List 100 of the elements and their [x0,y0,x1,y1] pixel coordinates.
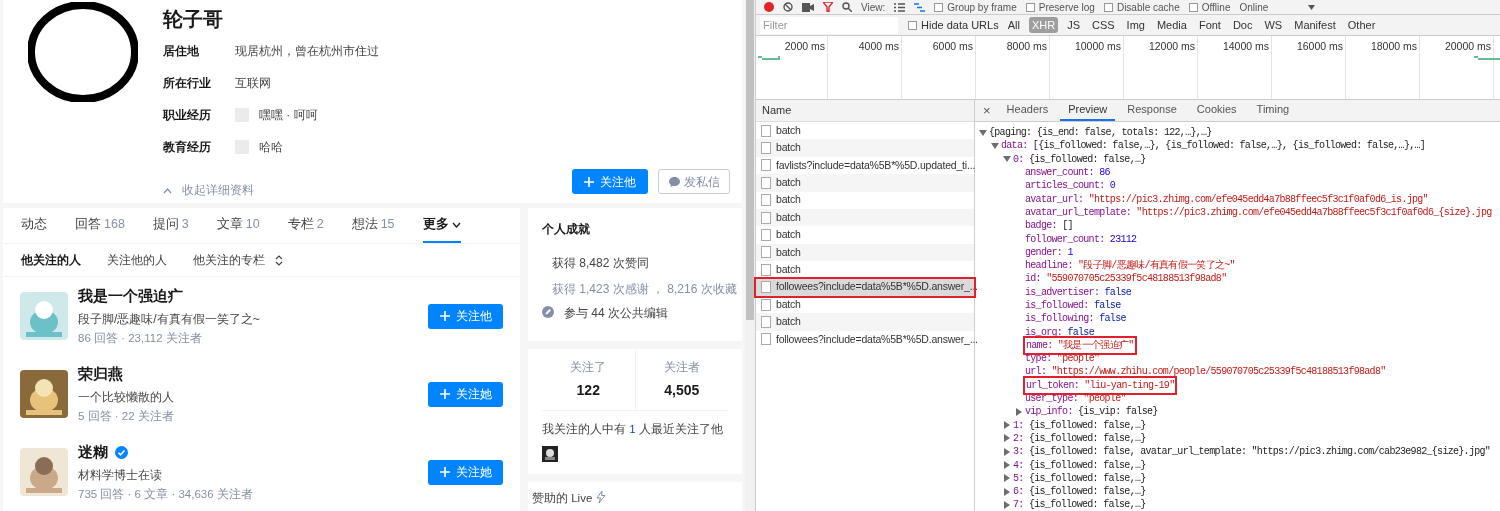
json-line: follower_count: 23112 [1025,232,1137,247]
collapsed-triangle-icon[interactable] [1003,434,1011,443]
waterfall-view-icon[interactable] [914,2,926,12]
type-filter[interactable]: Media [1153,16,1190,34]
json-line: avatar_url_template: "https://pic3.zhimg.com/efe045edd4a7b88ffeec5f3c1f0af0d6_{size}.jpg [1025,205,1492,220]
profile-tab[interactable]: 文章 10 [216,208,260,244]
scrollbar[interactable] [745,0,755,511]
follow-button[interactable]: 关注他 [428,303,503,329]
json-line: 4: {is_followed: false,…} [1013,458,1146,473]
type-filter[interactable]: All [1004,16,1023,34]
subtab[interactable]: 关注他的人 [107,251,167,270]
profile-tab[interactable]: 更多 [422,208,461,244]
type-filter[interactable]: Font [1195,16,1224,34]
hide-data-urls-checkbox[interactable]: Hide data URLs [908,16,999,34]
json-line: vip_info: {is_vip: false} [1025,405,1158,420]
collapsed-triangle-icon[interactable] [1003,487,1011,496]
count-link[interactable]: 1 [629,423,636,435]
achievement-text: 参与 44 次公共编辑 [564,305,668,322]
detail-tab[interactable]: Response [1119,100,1185,121]
expanded-triangle-icon[interactable] [1003,155,1011,164]
type-filter[interactable]: CSS [1088,16,1118,34]
collapsed-triangle-icon[interactable] [1003,447,1011,456]
card-title: 赞助的 Live [532,491,593,506]
person-headline: 材料学博士在读 [78,466,163,484]
toolbar-checkbox[interactable]: Offline [1188,0,1231,15]
filter-field[interactable]: Filter [760,16,898,34]
info-value: 嘿嘿 · 呵呵 [235,108,318,122]
json-line: headline: "段子脚/恶趣味/有真有假一笑了之~" [1025,258,1235,273]
type-filter[interactable]: Img [1123,16,1148,34]
json-line: user_type: "people" [1025,392,1126,406]
request-row[interactable]: batch [756,139,974,157]
type-filter[interactable]: Doc [1229,16,1256,34]
toolbar-checkbox[interactable]: Group by frame [934,0,1017,15]
profile-name: 轮子哥 [163,7,224,32]
timeline-tick: 10000 ms [1074,40,1121,52]
detail-tab[interactable]: Headers [998,100,1057,121]
collapsed-triangle-icon[interactable] [1015,407,1023,416]
person-name[interactable]: 迷糊 [78,441,110,464]
search-icon[interactable] [842,2,852,12]
list-view-icon[interactable] [894,2,906,12]
file-icon [761,333,771,346]
timeline-tick: 4000 ms [858,40,899,52]
detail-tab[interactable]: Preview [1060,100,1116,121]
collapsed-triangle-icon[interactable] [1003,474,1011,483]
file-icon [761,159,771,172]
subtab[interactable]: 他关注的专栏 [193,251,283,270]
view-label: View: [861,0,886,15]
json-line: {paging: {is_end: false, totals: 122,…},…} [989,126,1212,140]
collapsed-triangle-icon[interactable] [1003,461,1011,470]
filter-icon[interactable] [823,2,833,12]
follow-button[interactable]: 关注她 [428,459,503,485]
json-line: url_token: "liu-yan-ting-19" [1025,377,1176,393]
info-value: 现居杭州，曾在杭州市住过 [235,44,379,58]
json-line: gender: 1 [1025,245,1073,260]
request-row[interactable]: batch [756,313,974,331]
profile-tab[interactable]: 动态 [21,208,47,244]
profile-tab[interactable]: 专栏 2 [287,208,324,244]
type-filter[interactable]: Manifest [1291,16,1339,34]
collapsed-triangle-icon[interactable] [1003,500,1011,509]
info-label: 教育经历 [163,139,212,156]
toolbar-checkbox[interactable]: Preserve log [1025,0,1095,15]
file-icon [761,211,771,224]
json-line: is_following: false [1025,312,1126,327]
json-line: url: "https://www.zhihu.com/people/559070705c25339f5c48188513f98ad8" [1025,365,1386,380]
card-title: 个人成就 [542,221,591,238]
follow-stat[interactable]: 关注了 122 [542,349,635,410]
request-row[interactable]: batch [756,174,974,192]
timeline-tick: 16000 ms [1296,40,1343,52]
edit-icon [542,306,554,318]
json-line: articles_count: 0 [1025,179,1116,194]
expanded-triangle-icon[interactable] [979,128,987,137]
collapsed-triangle-icon[interactable] [1003,421,1011,430]
record-icon[interactable] [764,2,774,12]
profile-tab[interactable]: 回答 168 [75,208,125,244]
subtab[interactable]: 他关注的人 [21,251,81,270]
profile-tab[interactable]: 提问 3 [152,208,189,244]
follow-button[interactable]: 关注她 [428,381,503,407]
follow-stat[interactable]: 关注者 4,505 [634,349,728,410]
profile-tab[interactable]: 想法 15 [351,208,395,244]
clear-icon[interactable] [783,2,793,12]
timeline-tick: 14000 ms [1222,40,1269,52]
detail-tab[interactable]: Timing [1248,100,1298,121]
type-filter[interactable]: WS [1261,16,1286,34]
request-bar-drawing [758,55,780,61]
plus-icon [584,176,594,187]
name-column-header[interactable]: Name [756,100,974,122]
file-icon [761,142,771,155]
detail-tab[interactable]: Cookies [1188,100,1245,121]
file-icon [761,124,771,137]
type-filter[interactable]: JS [1064,16,1083,34]
camera-icon[interactable] [802,2,814,12]
throttle-dropdown[interactable]: Online [1239,0,1316,15]
person-name[interactable]: 荣归燕 [78,363,123,386]
type-filter[interactable]: Other [1344,16,1379,34]
close-button[interactable]: × [979,100,995,121]
person-name[interactable]: 我是一个强迫疒 [78,285,183,308]
follow-button[interactable]: 关注他 [572,169,648,195]
expanded-triangle-icon[interactable] [991,141,999,150]
info-value: 互联网 [235,76,271,90]
toolbar-checkbox[interactable]: Disable cache [1103,0,1180,15]
